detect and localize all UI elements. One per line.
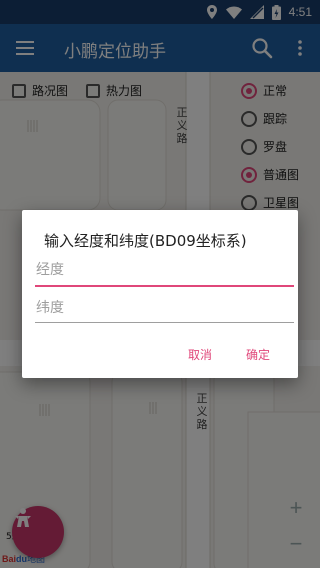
dialog-title: 输入经度和纬度(BD09坐标系) <box>44 232 247 250</box>
coordinate-input-dialog: 输入经度和纬度(BD09坐标系) 取消 确定 <box>22 210 298 378</box>
longitude-underline <box>35 285 294 287</box>
latitude-underline <box>35 322 294 323</box>
cancel-button[interactable]: 取消 <box>188 346 212 363</box>
latitude-input[interactable] <box>35 294 294 322</box>
longitude-input[interactable] <box>35 256 294 284</box>
confirm-button[interactable]: 确定 <box>246 346 270 363</box>
